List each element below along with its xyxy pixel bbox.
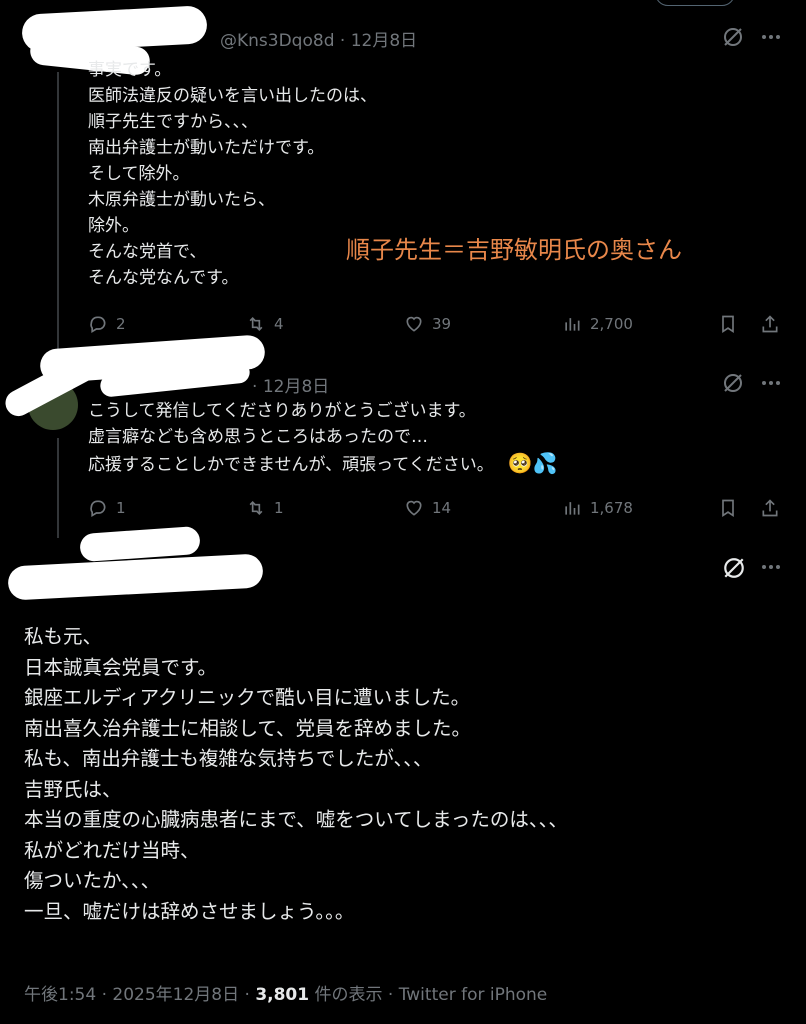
text-line: 本当の重度の心臓病患者にまで、嘘をついてしまったのは、、、 <box>24 808 568 831</box>
text-line: こうして発信してくださりありがとうございます。 <box>88 401 476 421</box>
retweet-icon <box>249 316 263 332</box>
text-line: 銀座エルディアクリニックで酷い目に遭いました。 <box>24 686 471 709</box>
tweet-1-handle[interactable]: @Kns3Dqo8d <box>220 31 334 51</box>
tweet-2-header: · 12月8日 <box>252 377 330 397</box>
annotation-text: 順子先生＝吉野敏明氏の奥さん <box>346 236 682 264</box>
views-icon <box>565 318 580 331</box>
retweet-button[interactable]: 1 <box>246 498 284 518</box>
emoji: 🥺💦 <box>507 451 558 475</box>
text-line: 日本誠真会党員です。 <box>24 655 218 679</box>
text-line: 事実です。 <box>88 60 172 80</box>
bookmark-button[interactable] <box>718 314 746 334</box>
share-button[interactable] <box>760 498 788 518</box>
text-line: 順子先生ですから、、、 <box>88 112 258 132</box>
text-line: 木原弁護士が動いたら、 <box>88 190 275 210</box>
views-button[interactable]: 1,678 <box>562 498 633 518</box>
more-icon[interactable] <box>760 26 782 52</box>
reply-button[interactable]: 2 <box>88 314 126 334</box>
share-icon <box>762 315 778 333</box>
retweet-count: 1 <box>274 499 284 517</box>
more-icon[interactable] <box>760 556 782 582</box>
like-count: 39 <box>432 315 452 333</box>
tweet-3-text: 私も元、 日本誠真会党員です。 銀座エルディアクリニックで酷い目に遭いました。 … <box>24 622 568 927</box>
like-button[interactable]: 39 <box>404 314 451 334</box>
reply-icon <box>90 316 106 333</box>
timestamp[interactable]: 午後1:54 · 2025年12月8日 · <box>24 985 255 1005</box>
like-count: 14 <box>432 499 452 517</box>
tweet-2-text: こうして発信してくださりありがとうございます。 虚言癖なども含め思うところはあっ… <box>88 398 558 478</box>
tweet-1-text: 事実です。 医師法違反の疑いを言い出したのは、 順子先生ですから、、、 南出弁護… <box>88 57 377 291</box>
grok-icon[interactable] <box>722 26 744 52</box>
thread-line <box>57 72 59 350</box>
text-line: 南出弁護士が動いただけです。 <box>88 138 325 158</box>
view-count: 1,678 <box>590 499 633 517</box>
text-line: 傷ついたか、、、 <box>24 869 161 892</box>
text-line: そんな党なんです。 <box>88 268 239 288</box>
share-button[interactable] <box>760 314 788 334</box>
redacted-name-scribble-2 <box>7 553 264 601</box>
text-line: 除外。 <box>88 216 139 236</box>
text-line: 南出喜久治弁護士に相談して、党員を辞めました。 <box>24 716 471 740</box>
grok-icon[interactable] <box>722 556 746 584</box>
retweet-icon <box>249 500 263 516</box>
views-button[interactable]: 2,700 <box>562 314 633 334</box>
views-icon <box>565 502 580 515</box>
text-line: そして除外。 <box>88 164 190 184</box>
reply-icon <box>90 500 106 517</box>
like-button[interactable]: 14 <box>404 498 451 518</box>
tweet-1-actions: 2 4 39 2,700 <box>88 314 788 338</box>
views-count: 3,801 <box>255 985 310 1005</box>
text-line: そんな党首で、 <box>88 242 207 262</box>
top-pill <box>655 0 735 6</box>
tweet-1-header: @Kns3Dqo8d · 12月8日 <box>220 31 418 51</box>
text-line: 吉野氏は、 <box>24 777 122 801</box>
heart-icon <box>406 316 422 332</box>
text-line: 一旦、嘘だけは辞めさせましょう。。。 <box>24 899 355 923</box>
more-icon[interactable] <box>760 372 782 398</box>
reply-count: 1 <box>116 499 126 517</box>
tweet-2-date[interactable]: 12月8日 <box>263 377 329 397</box>
bookmark-icon <box>722 499 734 518</box>
thread-line <box>57 438 59 538</box>
views-label: 件の表示 · Twitter for iPhone <box>309 985 548 1005</box>
tweet-3-footer: 午後1:54 · 2025年12月8日 · 3,801 件の表示 · Twitt… <box>24 980 547 1005</box>
bookmark-button[interactable] <box>718 498 746 518</box>
retweet-button[interactable]: 4 <box>246 314 284 334</box>
heart-icon <box>406 500 422 516</box>
text-line: 応援することしかできませんが、頑張ってください。 🥺💦 <box>88 451 558 475</box>
text-line: 私も、南出弁護士も複雑な気持ちでしたが、、、 <box>24 747 433 770</box>
reply-count: 2 <box>116 315 126 333</box>
text-line: 私がどれだけ当時、 <box>24 838 200 862</box>
text-line: 虚言癖なども含め思うところはあったので… <box>88 427 428 447</box>
reply-button[interactable]: 1 <box>88 498 126 518</box>
grok-icon[interactable] <box>722 372 744 398</box>
text-line: 医師法違反の疑いを言い出したのは、 <box>88 86 377 106</box>
share-icon <box>762 499 778 517</box>
view-count: 2,700 <box>590 315 633 333</box>
retweet-count: 4 <box>274 315 284 333</box>
text-line: 私も元、 <box>24 625 103 648</box>
bookmark-icon <box>722 315 734 334</box>
tweet-1-date[interactable]: 12月8日 <box>351 31 417 51</box>
tweet-2-actions: 1 1 14 1,678 <box>88 498 788 522</box>
